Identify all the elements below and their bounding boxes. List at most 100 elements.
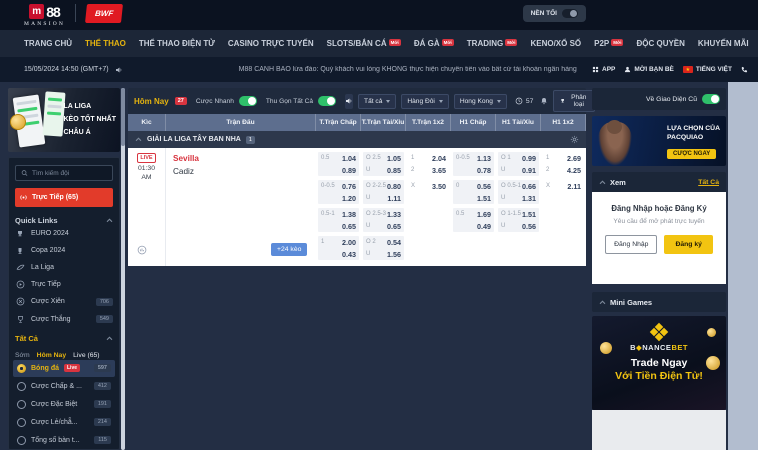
bwf-logo[interactable]: BWF bbox=[85, 4, 123, 23]
sidebar-item-outright[interactable]: Cược Thắng 549 bbox=[15, 310, 113, 327]
tab-early[interactable]: Sớm bbox=[15, 352, 30, 359]
odds-cell[interactable]: 0-0.50.76 bbox=[321, 180, 356, 192]
sidebar-item-copa2024[interactable]: Copa 2024 bbox=[15, 242, 113, 259]
old-ui-toggle[interactable] bbox=[702, 94, 720, 104]
nav-item-p2p[interactable]: P2PMới bbox=[594, 39, 623, 48]
gear-icon[interactable] bbox=[570, 135, 579, 144]
sport-item-handicap[interactable]: Cược Chấp & ... 412 bbox=[13, 378, 115, 395]
away-team[interactable]: Cadiz bbox=[173, 167, 309, 176]
dark-mode-control[interactable]: NỀN TỐI bbox=[523, 5, 586, 22]
nav-item-trading[interactable]: TRADINGMới bbox=[467, 39, 518, 48]
sport-item-oddeven[interactable]: Cược Lẻ/chẵ... 214 bbox=[13, 414, 115, 431]
odds-format-dropdown[interactable]: Hong Kong bbox=[454, 94, 507, 109]
odds-cell[interactable]: 12.04 bbox=[411, 152, 446, 164]
tab-today[interactable]: Hôm Nay bbox=[37, 352, 66, 359]
odds-cell[interactable]: 24.25 bbox=[546, 164, 581, 176]
odds-cell[interactable]: O 2-2.50.80 bbox=[366, 180, 401, 192]
odds-cell[interactable]: U1.31 bbox=[501, 192, 536, 204]
odds-cell[interactable]: U0.91 bbox=[501, 164, 536, 176]
league-header[interactable]: GIẢI LA LIGA TÂY BAN NHA 1 bbox=[128, 131, 586, 148]
binancebet-promo-banner[interactable]: B◆NANCEBET Trade Ngay Với Tiền Điện Tử! bbox=[592, 316, 726, 410]
odds-cell[interactable]: 0.51.69 bbox=[456, 208, 491, 220]
dark-mode-toggle[interactable] bbox=[562, 9, 578, 18]
odds-cell[interactable]: 0.49 bbox=[456, 220, 491, 232]
odds-cell[interactable]: X3.50 bbox=[411, 180, 446, 192]
odds-cell[interactable]: O 20.54 bbox=[366, 236, 401, 248]
bell-icon[interactable] bbox=[540, 97, 548, 105]
odds-cell[interactable]: U0.65 bbox=[366, 220, 401, 232]
row-mode-dropdown[interactable]: Hàng Đôi bbox=[401, 94, 449, 109]
odds-cell[interactable]: 23.65 bbox=[411, 164, 446, 176]
nav-item-esports[interactable]: THỂ THAO ĐIỆN TỬ bbox=[139, 39, 215, 48]
nav-item-promo[interactable]: KHUYẾN MÃI bbox=[698, 39, 749, 48]
odds-cell[interactable]: U0.56 bbox=[501, 220, 536, 232]
home-team[interactable]: Sevilla bbox=[173, 154, 309, 163]
pacquiao-promo-banner[interactable]: LỰA CHỌN CỦA PACQUIAO CƯỢC NGAY bbox=[592, 116, 726, 166]
tab-live[interactable]: Live (65) bbox=[73, 352, 99, 359]
odds-cell[interactable]: 1.51 bbox=[456, 192, 491, 204]
collapse-all-toggle[interactable] bbox=[318, 96, 336, 106]
odds-cell[interactable]: O 2.51.05 bbox=[366, 152, 401, 164]
laliga-promo-banner[interactable]: LA LIGA KÈO TỐT NHẤT CHÂU Á bbox=[8, 88, 120, 152]
watch-panel-header[interactable]: Xem Tất Cả bbox=[592, 172, 726, 192]
stats-icon[interactable] bbox=[137, 245, 147, 255]
quick-bet-toggle[interactable] bbox=[239, 96, 257, 106]
team-search[interactable] bbox=[15, 165, 113, 181]
login-button[interactable]: Đăng Nhập bbox=[605, 235, 657, 254]
nav-item-sports[interactable]: THỂ THAO bbox=[85, 39, 126, 48]
odds-cell[interactable]: 0.65 bbox=[321, 220, 356, 232]
search-input[interactable] bbox=[32, 170, 107, 177]
nav-item-casino[interactable]: CASINO TRỰC TUYẾN bbox=[228, 39, 314, 48]
odds-cell[interactable]: 0-0.51.13 bbox=[456, 152, 491, 164]
odds-cell[interactable]: X2.11 bbox=[546, 180, 581, 192]
contact-link[interactable] bbox=[741, 66, 748, 73]
sound-button[interactable] bbox=[345, 94, 353, 109]
nav-item-cockfight[interactable]: ĐÁ GÀMới bbox=[414, 39, 454, 48]
scrollbar-thumb[interactable] bbox=[121, 88, 125, 146]
odds-cell[interactable]: 0.43 bbox=[321, 248, 356, 260]
all-sports-header[interactable]: Tất Cả bbox=[15, 334, 113, 343]
odds-cell[interactable]: 0.5-11.38 bbox=[321, 208, 356, 220]
odds-cell[interactable]: U1.11 bbox=[366, 192, 401, 204]
odds-cell[interactable]: O 0.5-10.66 bbox=[501, 180, 536, 192]
odds-cell[interactable]: 1.20 bbox=[321, 192, 356, 204]
odds-cell[interactable]: 12.00 bbox=[321, 236, 356, 248]
old-ui-control[interactable]: Về Giao Diện Cũ bbox=[592, 88, 726, 110]
nav-item-slots[interactable]: SLOTS/BẮN CÁMới bbox=[327, 39, 401, 48]
app-link[interactable]: APP bbox=[592, 66, 615, 73]
odds-cell[interactable]: 0.89 bbox=[321, 164, 356, 176]
odds-cell[interactable]: O 10.99 bbox=[501, 152, 536, 164]
sidebar-scrollbar[interactable] bbox=[121, 88, 125, 450]
more-bets-button[interactable]: +24 kèo bbox=[271, 243, 307, 256]
odds-cell[interactable]: 0.51.04 bbox=[321, 152, 356, 164]
live-matches-button[interactable]: Trực Tiếp (65) bbox=[15, 188, 113, 207]
register-button[interactable]: Đăng ký bbox=[664, 235, 712, 254]
odds-cell[interactable]: 00.56 bbox=[456, 180, 491, 192]
sport-item-totalgoals[interactable]: Tổng số bàn t... 115 bbox=[13, 432, 115, 449]
bet-now-button[interactable]: CƯỢC NGAY bbox=[667, 149, 716, 159]
odds-cell[interactable]: U0.85 bbox=[366, 164, 401, 176]
brand-logos[interactable]: m 88 MANSION BWF bbox=[24, 4, 122, 27]
classify-button[interactable]: Phân loại bbox=[553, 90, 594, 112]
odds-cell[interactable]: O 2.5-31.33 bbox=[366, 208, 401, 220]
sidebar-item-euro2024[interactable]: EURO 2024 bbox=[15, 225, 113, 242]
nav-item-keno[interactable]: KENO/XỔ SỐ bbox=[530, 39, 581, 48]
sidebar-item-parlay[interactable]: Cược Xiên 706 bbox=[15, 293, 113, 310]
odds-cell[interactable]: O 1-1.51.51 bbox=[501, 208, 536, 220]
nav-item-exclusive[interactable]: ĐỘC QUYỀN bbox=[636, 39, 684, 48]
sport-item-special[interactable]: Cược Đặc Biệt 191 bbox=[13, 396, 115, 413]
odds-cell[interactable]: 12.69 bbox=[546, 152, 581, 164]
invite-friend-link[interactable]: MỜI BẠN BÈ bbox=[624, 66, 674, 73]
odds-cell[interactable]: 0.78 bbox=[456, 164, 491, 176]
minigames-panel-header[interactable]: Mini Games bbox=[592, 292, 726, 312]
watch-all-link[interactable]: Tất Cả bbox=[698, 179, 719, 186]
nav-item-home[interactable]: TRANG CHỦ bbox=[24, 39, 72, 48]
odds-cell[interactable]: U1.56 bbox=[366, 248, 401, 260]
quick-links-header[interactable]: Quick Links bbox=[15, 216, 113, 225]
sport-item-football[interactable]: Bóng đá Live 597 bbox=[13, 360, 115, 377]
filter-all-dropdown[interactable]: Tất cả bbox=[358, 94, 396, 109]
sidebar-item-live[interactable]: Trực Tiếp bbox=[15, 276, 113, 293]
language-selector[interactable]: ★ TIẾNG VIỆT bbox=[683, 66, 732, 73]
sidebar-item-laliga[interactable]: La Liga bbox=[15, 259, 113, 276]
m88-logo[interactable]: m 88 MANSION bbox=[24, 4, 65, 27]
